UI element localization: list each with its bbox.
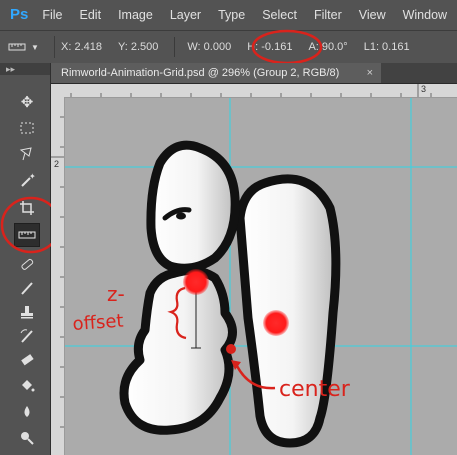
history-brush-tool[interactable] (16, 325, 38, 347)
marquee-tool[interactable] (16, 117, 38, 139)
horizontal-ruler[interactable]: 3 (51, 84, 457, 98)
stamp-tool[interactable] (16, 301, 38, 323)
eraser-tool[interactable] (16, 349, 38, 371)
body-point-marker (263, 310, 289, 336)
blur-tool[interactable] (16, 401, 38, 423)
ruler-icon (8, 43, 26, 51)
figure-back-body (235, 174, 341, 448)
bandage-icon (21, 258, 34, 270)
brush-icon (21, 282, 33, 295)
bucket-icon (22, 380, 35, 392)
lasso-tool[interactable] (16, 143, 38, 165)
photoshop-logo: Ps (10, 6, 29, 23)
w-readout: W: 0.000 (187, 41, 232, 53)
options-bar: ▼ X: 2.418 Y: 2.500 W: 0.000 H: -0.161 A… (0, 30, 457, 64)
move-tool[interactable]: ✥ (16, 91, 38, 113)
h-value-highlight-circle (251, 29, 323, 65)
document-tab-bar: Rimworld-Animation-Grid.psd @ 296% (Grou… (51, 63, 457, 84)
divider (174, 37, 176, 57)
menu-view[interactable]: View (359, 8, 386, 22)
blur-icon (24, 406, 30, 417)
close-icon[interactable]: × (367, 63, 373, 83)
menu-window[interactable]: Window (403, 8, 447, 22)
chevron-down-icon: ▼ (31, 42, 39, 52)
lasso-icon (19, 147, 32, 161)
tool-preset-picker[interactable]: ▼ (8, 36, 55, 58)
canvas-artwork: z- offset center (65, 98, 457, 455)
marquee-icon (20, 122, 34, 134)
svg-text:✦: ✦ (29, 172, 35, 181)
menu-layer[interactable]: Layer (170, 8, 201, 22)
y-readout: Y: 2.500 (117, 41, 159, 53)
stamp-icon (21, 306, 33, 319)
x-readout: X: 2.418 (61, 41, 102, 53)
l1-readout: L1: 0.161 (363, 41, 410, 53)
menu-file[interactable]: File (42, 8, 62, 22)
vertical-ruler[interactable]: 2 (51, 97, 65, 455)
paint-bucket-tool[interactable] (16, 375, 38, 397)
tools-panel: ▸▸ ✥ ✦ (0, 63, 51, 455)
head-point-marker (183, 269, 209, 295)
center-label: center (279, 377, 351, 402)
menu-edit[interactable]: Edit (80, 8, 102, 22)
menu-bar: Ps File Edit Image Layer Type Select Fil… (0, 0, 457, 30)
document-title: Rimworld-Animation-Grid.psd @ 296% (Grou… (61, 67, 340, 79)
menu-image[interactable]: Image (118, 8, 153, 22)
brush-tool[interactable] (16, 277, 38, 299)
panel-collapse-icon[interactable]: ▸▸ (0, 63, 50, 75)
ruler-label-2: 2 (54, 159, 60, 169)
ruler-label-3: 3 (421, 84, 427, 94)
history-brush-icon (20, 329, 33, 343)
menu-filter[interactable]: Filter (314, 8, 342, 22)
menu-select[interactable]: Select (262, 8, 297, 22)
eraser-icon (21, 354, 34, 366)
z-label: z- (107, 282, 125, 306)
healing-tool[interactable] (16, 253, 38, 275)
dodge-tool[interactable] (16, 427, 38, 449)
document-tab[interactable]: Rimworld-Animation-Grid.psd @ 296% (Grou… (51, 63, 381, 83)
magic-wand-icon: ✦ (21, 172, 35, 187)
magic-wand-tool[interactable]: ✦ (16, 169, 38, 191)
offset-label: offset (72, 310, 124, 335)
menu-type[interactable]: Type (218, 8, 245, 22)
figure-head (146, 140, 240, 273)
move-icon: ✥ (20, 94, 34, 111)
dodge-icon (21, 432, 34, 445)
center-point-marker (226, 344, 236, 354)
document-canvas[interactable]: z- offset center (65, 98, 457, 455)
